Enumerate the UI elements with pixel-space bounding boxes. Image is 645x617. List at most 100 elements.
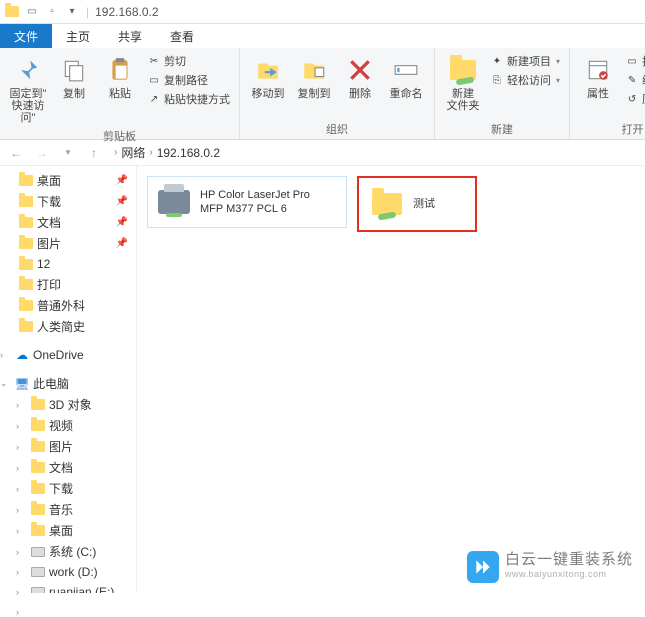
edit-button[interactable]: ✎编辑 (622, 71, 645, 89)
chevron-right-icon[interactable]: › (16, 400, 26, 410)
computer-icon: 🖥 (14, 376, 30, 392)
new-folder-qat-icon[interactable]: ▫ (44, 4, 60, 20)
pin-to-quick-access-button[interactable]: 固定到" 快速访问" (6, 52, 50, 126)
folder-icon (30, 460, 46, 476)
history-button[interactable]: ↺历史记录 (622, 90, 645, 108)
path-icon: ▭ (147, 73, 161, 87)
content-pane[interactable]: HP Color LaserJet Pro MFP M377 PCL 6 测试 (137, 166, 645, 593)
chevron-right-icon[interactable]: › (16, 484, 26, 494)
folder-icon (30, 439, 46, 455)
item-printer[interactable]: HP Color LaserJet Pro MFP M377 PCL 6 (147, 176, 347, 228)
tab-share[interactable]: 共享 (104, 24, 156, 48)
tab-view[interactable]: 查看 (156, 24, 208, 48)
sidebar-item-surgery[interactable]: 普通外科 (0, 295, 136, 316)
disk-icon (30, 564, 46, 580)
folder-icon (30, 418, 46, 434)
up-button[interactable]: ↑ (84, 143, 104, 163)
chevron-down-icon[interactable]: ⌄ (0, 378, 10, 389)
easy-access-button[interactable]: ⎘轻松访问▾ (487, 71, 563, 89)
navigation-pane[interactable]: 桌面📌 下载📌 文档📌 图片📌 12 打印 普通外科 人类简史 ›☁OneDri… (0, 166, 137, 593)
tab-file[interactable]: 文件 (0, 24, 52, 48)
rename-icon (390, 54, 422, 86)
sidebar-item-print[interactable]: 打印 (0, 274, 136, 295)
ribbon-group-clipboard: 固定到" 快速访问" 复制 粘贴 ✂剪切 ▭复制路径 ↗粘贴快捷方式 剪贴板 (0, 48, 240, 139)
properties-button[interactable]: 属性 (576, 52, 620, 102)
breadcrumb-network[interactable]: 网络 (121, 144, 145, 161)
sidebar-item-downloads2[interactable]: ›下载 (0, 478, 136, 499)
item-printer-label: HP Color LaserJet Pro MFP M377 PCL 6 (200, 188, 310, 216)
forward-button[interactable]: → (32, 143, 52, 163)
window-title: 192.168.0.2 (95, 5, 158, 19)
edit-icon: ✎ (625, 73, 639, 87)
sidebar-item-12[interactable]: 12 (0, 254, 136, 274)
move-to-button[interactable]: 移动到 (246, 52, 290, 102)
sidebar-item-desktop[interactable]: 桌面📌 (0, 170, 136, 191)
separator: | (86, 5, 89, 19)
chevron-right-icon[interactable]: › (16, 587, 26, 593)
new-item-icon: ✦ (490, 54, 504, 68)
paste-icon (104, 54, 136, 86)
disk-icon (30, 544, 46, 560)
sidebar-item-history-book[interactable]: 人类简史 (0, 316, 136, 337)
breadcrumb-current[interactable]: 192.168.0.2 (157, 146, 220, 160)
sidebar-item-downloads[interactable]: 下载📌 (0, 191, 136, 212)
chevron-right-icon[interactable]: › (16, 547, 26, 557)
ribbon-group-new: 新建 文件夹 ✦新建项目▾ ⎘轻松访问▾ 新建 (435, 48, 570, 139)
pin-icon: 📌 (116, 238, 128, 249)
new-folder-button[interactable]: 新建 文件夹 (441, 52, 485, 114)
sidebar-item-desktop2[interactable]: ›桌面 (0, 520, 136, 541)
sidebar-item-drive-c[interactable]: ›系统 (C:) (0, 541, 136, 562)
chevron-right-icon[interactable]: › (16, 421, 26, 431)
ribbon-group-organize: 移动到 复制到 删除 重命名 组织 (240, 48, 435, 139)
address-bar: ← → ▾ ↑ › 网络 › 192.168.0.2 (0, 140, 645, 166)
move-to-label: 移动到 (252, 88, 285, 100)
move-to-icon (252, 54, 284, 86)
qat-dropdown-icon[interactable]: ▾ (64, 4, 80, 20)
chevron-right-icon[interactable]: › (16, 567, 26, 577)
sidebar-item-documents2[interactable]: ›文档 (0, 457, 136, 478)
delete-button[interactable]: 删除 (338, 52, 382, 102)
chevron-right-icon[interactable]: › (16, 463, 26, 473)
chevron-right-icon: › (149, 147, 152, 158)
item-share-folder[interactable]: 测试 (357, 176, 477, 232)
onedrive-icon: ☁ (14, 347, 30, 363)
paste-shortcut-button[interactable]: ↗粘贴快捷方式 (144, 90, 233, 108)
sidebar-item-pictures2[interactable]: ›图片 (0, 436, 136, 457)
copy-to-icon (298, 54, 330, 86)
chevron-right-icon[interactable]: › (0, 350, 10, 360)
folder-icon (18, 298, 34, 314)
sidebar-item-onedrive[interactable]: ›☁OneDrive (0, 345, 136, 365)
watermark-logo-icon (467, 551, 499, 583)
back-button[interactable]: ← (6, 143, 26, 163)
paste-button[interactable]: 粘贴 (98, 52, 142, 102)
recent-dropdown[interactable]: ▾ (58, 143, 78, 163)
sidebar-item-music[interactable]: ›音乐 (0, 499, 136, 520)
folder-icon (18, 277, 34, 293)
copy-button[interactable]: 复制 (52, 52, 96, 102)
properties-qat-icon[interactable]: ▭ (24, 4, 40, 20)
sidebar-item-3dobjects[interactable]: ›3D 对象 (0, 394, 136, 415)
sidebar-item-pictures[interactable]: 图片📌 (0, 233, 136, 254)
sidebar-item-documents[interactable]: 文档📌 (0, 212, 136, 233)
open-button[interactable]: ▭打开▾ (622, 52, 645, 70)
sidebar-item-drive-e[interactable]: ›ruanjian (E:) (0, 582, 136, 593)
watermark-title: 白云一键重装系统 (505, 553, 633, 567)
printer-icon (156, 184, 192, 220)
ribbon: 固定到" 快速访问" 复制 粘贴 ✂剪切 ▭复制路径 ↗粘贴快捷方式 剪贴板 移… (0, 48, 645, 140)
shortcut-icon: ↗ (147, 92, 161, 106)
sidebar-item-drive-d[interactable]: ›work (D:) (0, 562, 136, 582)
rename-button[interactable]: 重命名 (384, 52, 428, 102)
cut-button[interactable]: ✂剪切 (144, 52, 233, 70)
copy-path-button[interactable]: ▭复制路径 (144, 71, 233, 89)
tab-home[interactable]: 主页 (52, 24, 104, 48)
chevron-right-icon[interactable]: › (16, 442, 26, 452)
breadcrumb[interactable]: › 网络 › 192.168.0.2 (110, 144, 639, 161)
chevron-right-icon[interactable]: › (16, 505, 26, 515)
chevron-right-icon[interactable]: › (16, 526, 26, 536)
sidebar-item-videos[interactable]: ›视频 (0, 415, 136, 436)
sidebar-item-thispc[interactable]: ⌄🖥此电脑 (0, 373, 136, 394)
chevron-down-icon: ▾ (556, 76, 560, 85)
new-item-button[interactable]: ✦新建项目▾ (487, 52, 563, 70)
folder-icon (18, 215, 34, 231)
copy-to-button[interactable]: 复制到 (292, 52, 336, 102)
